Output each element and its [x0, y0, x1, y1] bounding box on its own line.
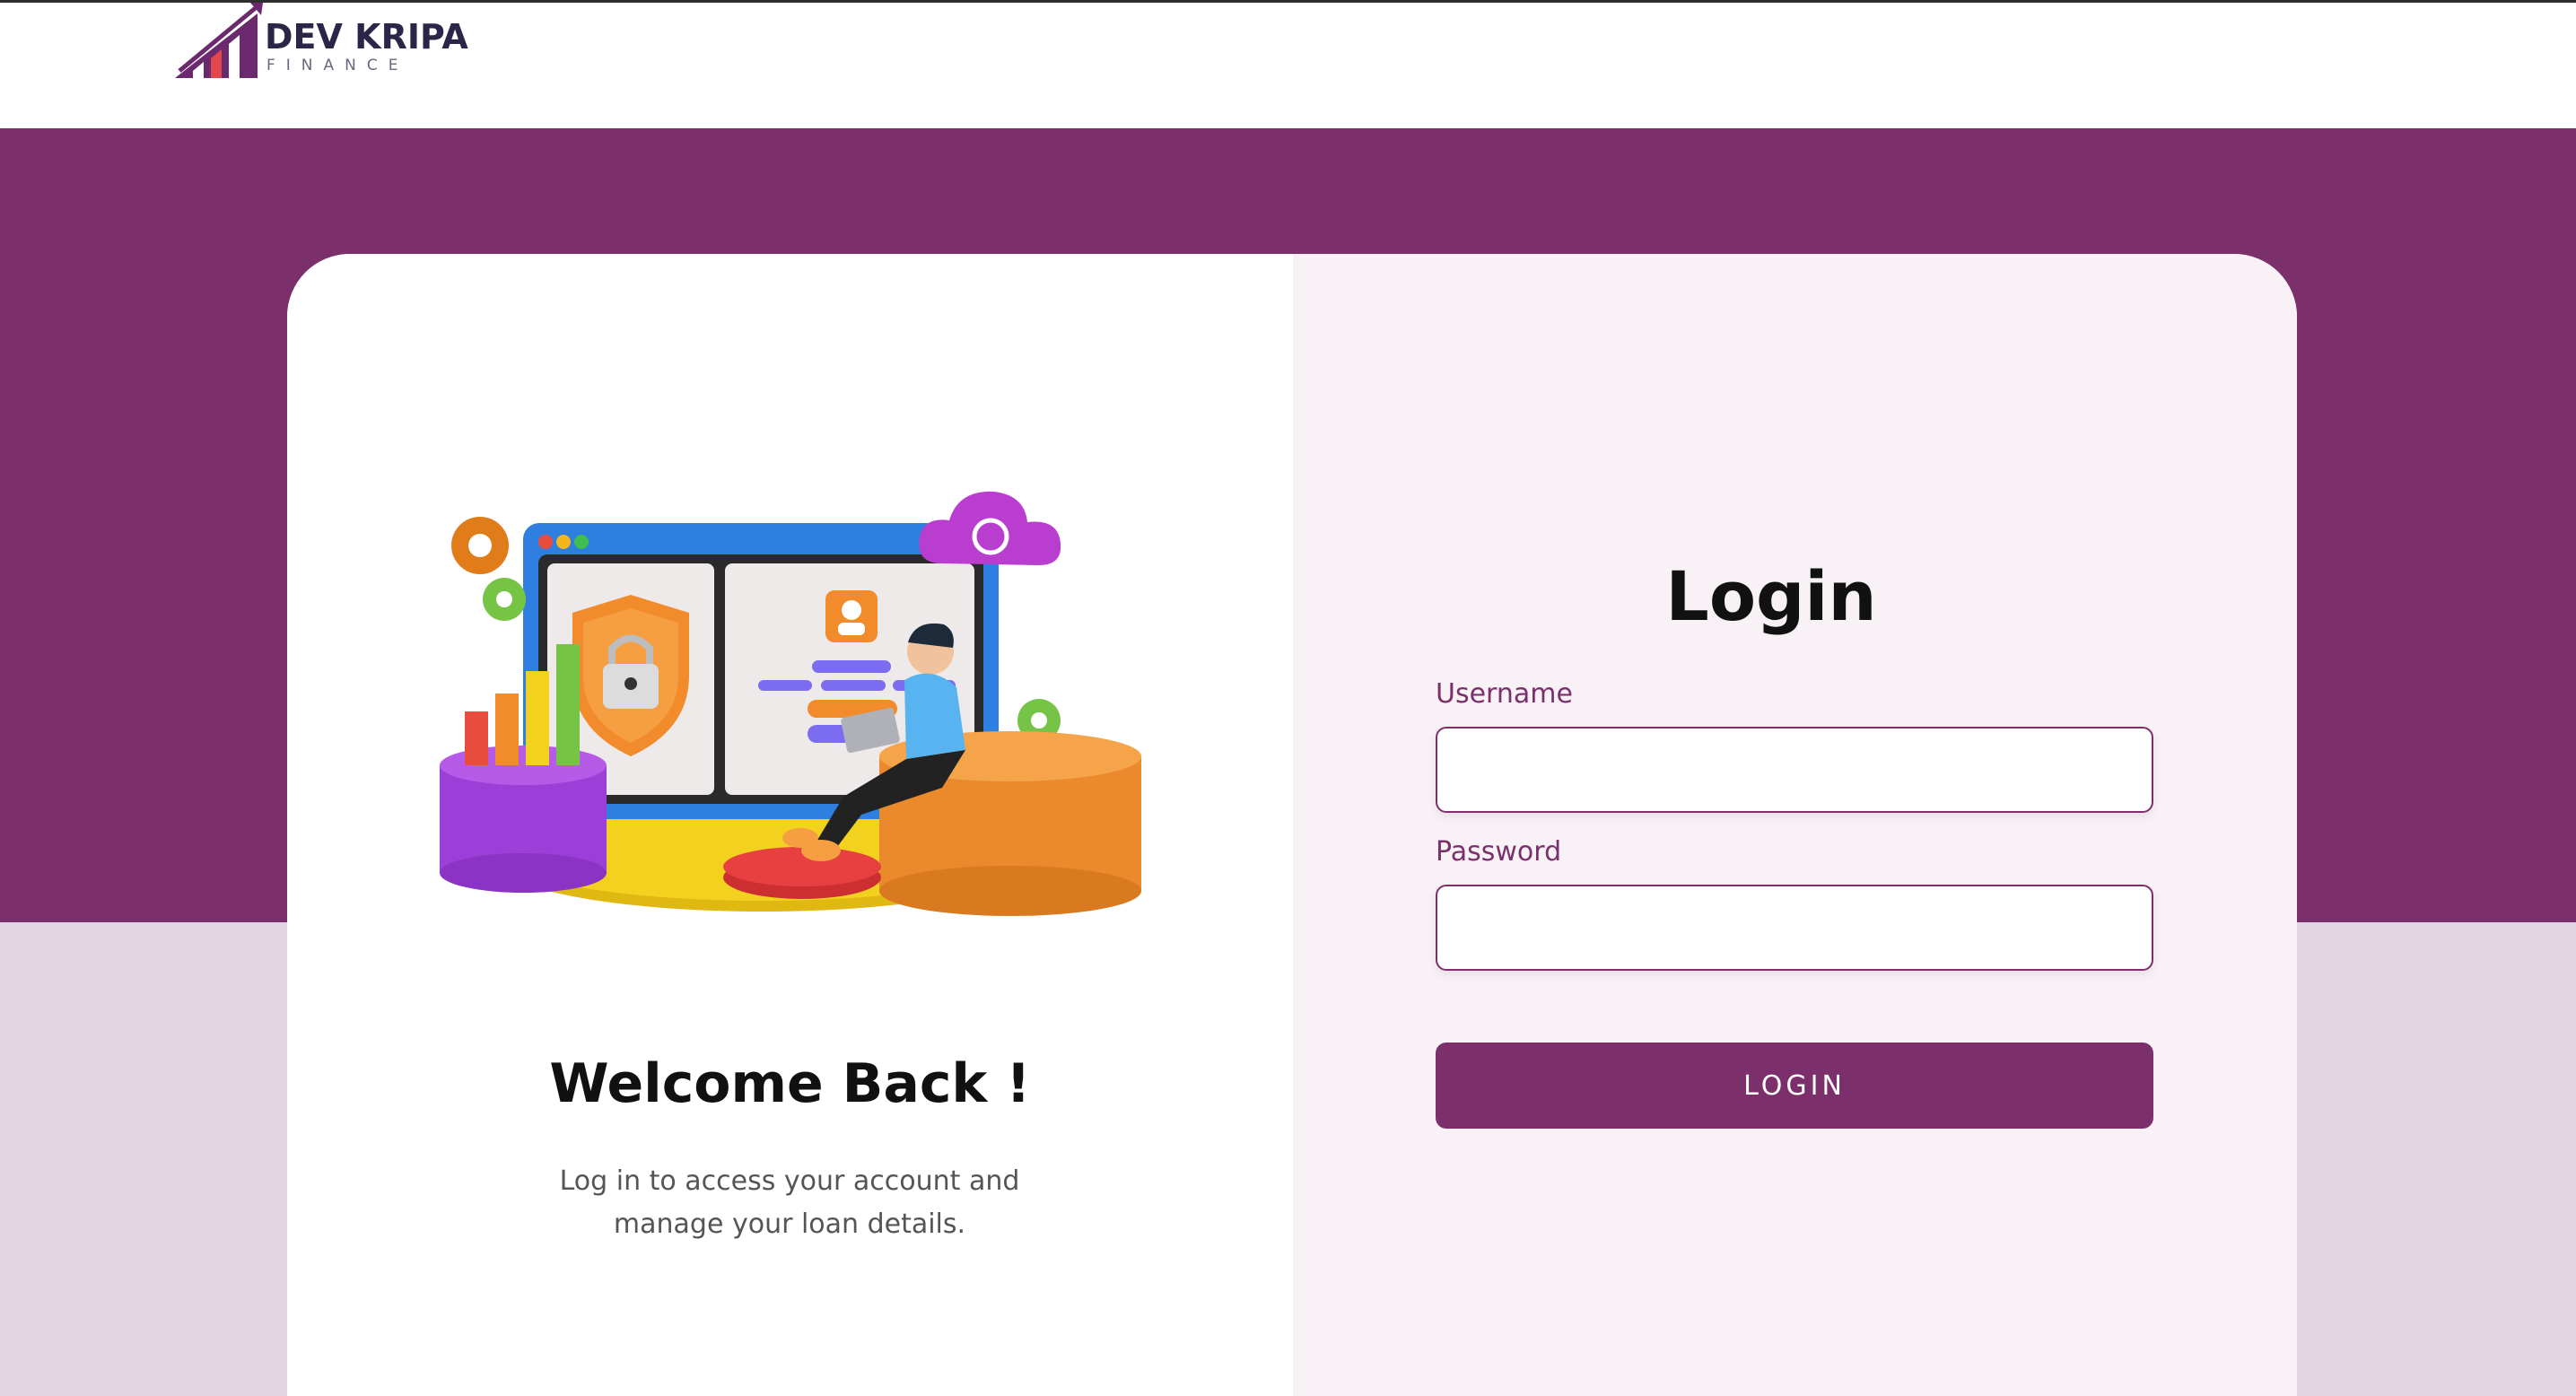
welcome-panel: Welcome Back ! Log in to access your acc… — [287, 254, 1293, 1396]
welcome-message: Log in to access your account and manage… — [559, 1165, 1020, 1240]
security-illustration-image — [440, 491, 1141, 916]
logo-name: DEV KRIPA — [265, 17, 468, 57]
login-title: Login — [1665, 556, 1877, 636]
login-card: Welcome Back ! Log in to access your acc… — [287, 254, 2297, 1396]
logo-subtitle: FINANCE — [266, 57, 409, 74]
brand-logo[interactable]: DEV KRIPA FINANCE — [175, 3, 480, 78]
login-form-panel — [1293, 254, 2297, 1396]
password-label: Password — [1436, 836, 1562, 868]
site-header: DEV KRIPA FINANCE — [0, 3, 2576, 128]
logo-chart-icon — [175, 3, 263, 78]
username-label: Username — [1436, 678, 1573, 710]
password-input[interactable] — [1436, 885, 2153, 971]
username-input[interactable] — [1436, 727, 2153, 813]
login-button[interactable]: LOGIN — [1436, 1043, 2153, 1129]
welcome-title: Welcome Back ! — [549, 1052, 1031, 1115]
